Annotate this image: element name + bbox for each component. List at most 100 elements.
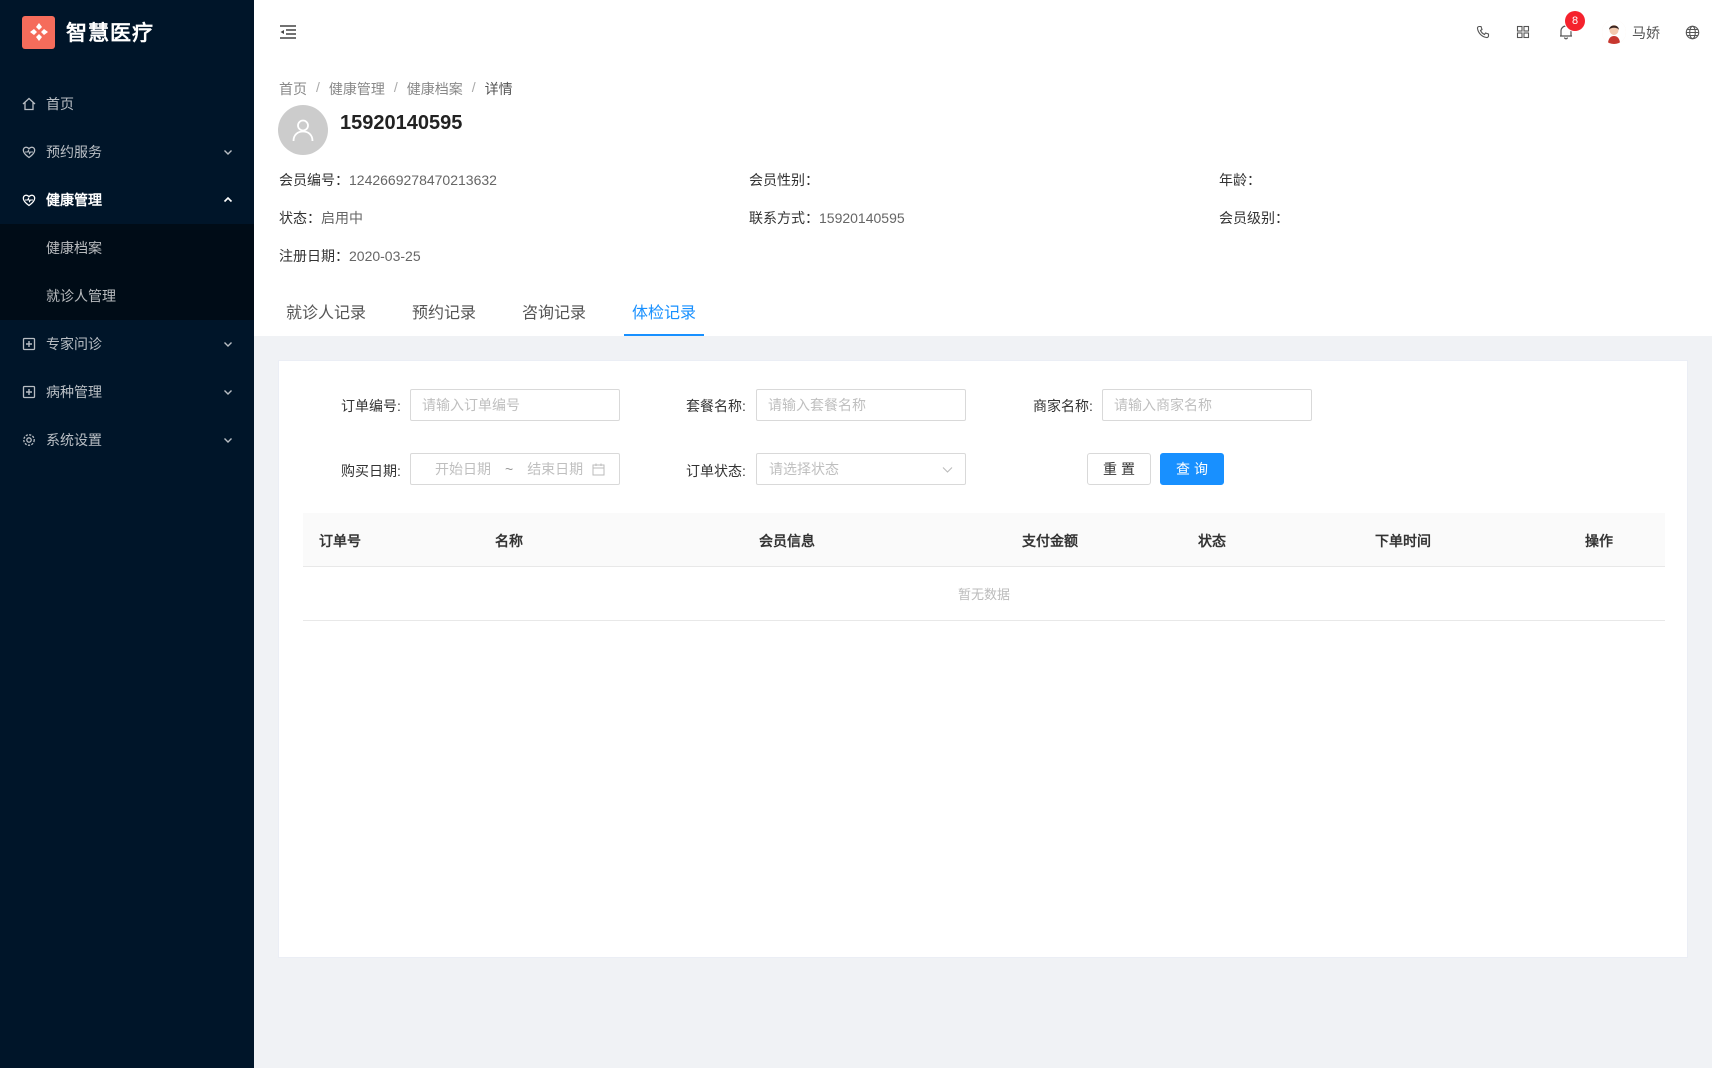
breadcrumb-separator: /	[471, 79, 476, 95]
tab-checkup-records[interactable]: 体检记录	[624, 300, 705, 336]
order-status-label: 订单状态:	[686, 463, 746, 479]
table-empty-state: 暂无数据	[303, 567, 1665, 621]
column-header-member-info: 会员信息	[759, 533, 815, 549]
checkup-records-table: 订单号 名称 会员信息 支付金额 状态 下单时间 操作 暂无数据	[303, 513, 1665, 621]
apps-grid-icon[interactable]	[1513, 22, 1533, 42]
chevron-down-icon	[942, 464, 953, 475]
member-profile: 首页 / 健康管理 / 健康档案 / 详情 15920140595 会员编号：1…	[254, 64, 1712, 336]
column-header-order-no: 订单号	[319, 533, 361, 549]
sidebar-item-label: 预约服务	[46, 144, 102, 160]
member-contact-field: 联系方式：15920140595	[749, 208, 905, 228]
sidebar-item-appointment[interactable]: 预约服务	[0, 128, 254, 176]
sidebar-item-label: 首页	[46, 96, 74, 112]
breadcrumb-separator: /	[316, 79, 320, 95]
breadcrumb-item-home[interactable]: 首页	[279, 79, 307, 99]
sidebar-item-label: 系统设置	[46, 432, 102, 448]
globe-icon[interactable]	[1682, 22, 1702, 42]
package-name-label: 套餐名称:	[686, 398, 746, 414]
avatar[interactable]	[1602, 20, 1626, 44]
sidebar-item-label: 健康档案	[46, 240, 102, 256]
merchant-name-label: 商家名称:	[1033, 398, 1093, 414]
reset-button[interactable]: 重置	[1087, 453, 1151, 485]
tab-patient-records[interactable]: 就诊人记录	[278, 300, 374, 336]
breadcrumb-item-health[interactable]: 健康管理	[329, 79, 385, 99]
member-gender-label: 会员性别：	[749, 172, 819, 188]
medical-plus-icon	[22, 337, 36, 351]
sidebar-item-health[interactable]: 健康管理	[0, 176, 254, 224]
checkup-records-panel	[278, 360, 1688, 958]
member-level-field: 会员级别：	[1219, 208, 1289, 228]
member-avatar-icon	[278, 105, 328, 155]
member-reg-date-label: 注册日期：	[279, 248, 349, 264]
order-status-placeholder: 请选择状态	[769, 461, 839, 477]
sidebar-menu: 首页 预约服务 健康管理 健康档案 就诊人管理 专家问诊 病种管理 系统设置	[0, 80, 254, 464]
package-name-input[interactable]	[756, 389, 966, 421]
member-status-value: 启用中	[321, 210, 363, 226]
tab-consultation-records[interactable]: 咨询记录	[514, 300, 594, 336]
medical-plus-icon	[22, 385, 36, 399]
sidebar-item-label: 就诊人管理	[46, 288, 116, 304]
purchase-date-label: 购买日期:	[341, 463, 401, 479]
member-gender-field: 会员性别：	[749, 170, 819, 190]
table-header: 订单号 名称 会员信息 支付金额 状态 下单时间 操作	[303, 513, 1665, 567]
merchant-name-input[interactable]	[1102, 389, 1312, 421]
chevron-down-icon	[222, 386, 234, 398]
member-id-value: 1242669278470213632	[349, 172, 497, 188]
sidebar-item-label: 专家问诊	[46, 336, 102, 352]
date-start-placeholder[interactable]: 开始日期	[435, 459, 491, 479]
member-contact-label: 联系方式：	[749, 210, 819, 226]
heart-pulse-icon	[22, 145, 36, 159]
chevron-down-icon	[222, 434, 234, 446]
gear-icon	[22, 433, 36, 447]
breadcrumb-item-records[interactable]: 健康档案	[407, 79, 463, 99]
member-id-field: 会员编号：1242669278470213632	[279, 170, 497, 190]
member-contact-value: 15920140595	[819, 210, 905, 226]
breadcrumb-item-detail: 详情	[484, 81, 513, 97]
heart-pulse-icon	[22, 193, 36, 207]
app-title: 智慧医疗	[66, 22, 154, 45]
notification-badge: 8	[1565, 11, 1585, 31]
purchase-date-range-picker[interactable]: 开始日期 ~ 结束日期	[410, 453, 620, 485]
sidebar-item-label: 健康管理	[46, 192, 102, 208]
member-reg-date-field: 注册日期：2020-03-25	[279, 246, 421, 266]
user-name[interactable]: 马娇	[1632, 23, 1660, 43]
phone-icon[interactable]	[1473, 22, 1493, 42]
record-tabs: 就诊人记录 预约记录 咨询记录 体检记录	[278, 300, 705, 336]
order-no-input[interactable]	[410, 389, 620, 421]
home-icon	[22, 97, 36, 111]
order-status-select[interactable]: 请选择状态	[756, 453, 966, 485]
calendar-icon	[592, 463, 605, 476]
date-range-separator: ~	[505, 461, 514, 477]
breadcrumb-separator: /	[393, 79, 398, 95]
chevron-up-icon	[222, 194, 234, 206]
sidebar-item-patients[interactable]: 就诊人管理	[0, 272, 254, 320]
breadcrumb: 首页 / 健康管理 / 健康档案 / 详情	[279, 79, 513, 99]
member-reg-date-value: 2020-03-25	[349, 248, 421, 264]
column-header-status: 状态	[1198, 533, 1226, 549]
member-level-label: 会员级别：	[1219, 210, 1289, 226]
column-header-name: 名称	[495, 533, 523, 549]
member-id-label: 会员编号：	[279, 172, 349, 188]
member-age-field: 年龄：	[1219, 170, 1261, 190]
sidebar-item-settings[interactable]: 系统设置	[0, 416, 254, 464]
menu-fold-icon[interactable]	[278, 22, 298, 42]
sidebar-item-health-records[interactable]: 健康档案	[0, 224, 254, 272]
query-button-label: 查询	[1176, 461, 1212, 477]
sidebar: 智慧医疗 首页 预约服务 健康管理 健康档案 就诊人管理 专家问诊 病种管理 系…	[0, 0, 254, 1068]
chevron-down-icon	[222, 338, 234, 350]
sidebar-item-disease[interactable]: 病种管理	[0, 368, 254, 416]
logo[interactable]: 智慧医疗	[0, 0, 254, 64]
page-title: 15920140595	[340, 112, 463, 134]
chevron-down-icon	[222, 146, 234, 158]
column-header-order-time: 下单时间	[1375, 533, 1431, 549]
order-no-label: 订单编号:	[341, 398, 401, 414]
query-button[interactable]: 查询	[1160, 453, 1224, 485]
date-end-placeholder[interactable]: 结束日期	[527, 459, 583, 479]
tab-appointment-records[interactable]: 预约记录	[404, 300, 484, 336]
member-age-label: 年龄：	[1219, 172, 1261, 188]
sidebar-item-home[interactable]: 首页	[0, 80, 254, 128]
sidebar-item-consultation[interactable]: 专家问诊	[0, 320, 254, 368]
member-status-field: 状态：启用中	[279, 208, 363, 228]
sidebar-submenu-health: 健康档案 就诊人管理	[0, 224, 254, 320]
app-root: 智慧医疗 首页 预约服务 健康管理 健康档案 就诊人管理 专家问诊 病种管理 系…	[0, 0, 1712, 1068]
